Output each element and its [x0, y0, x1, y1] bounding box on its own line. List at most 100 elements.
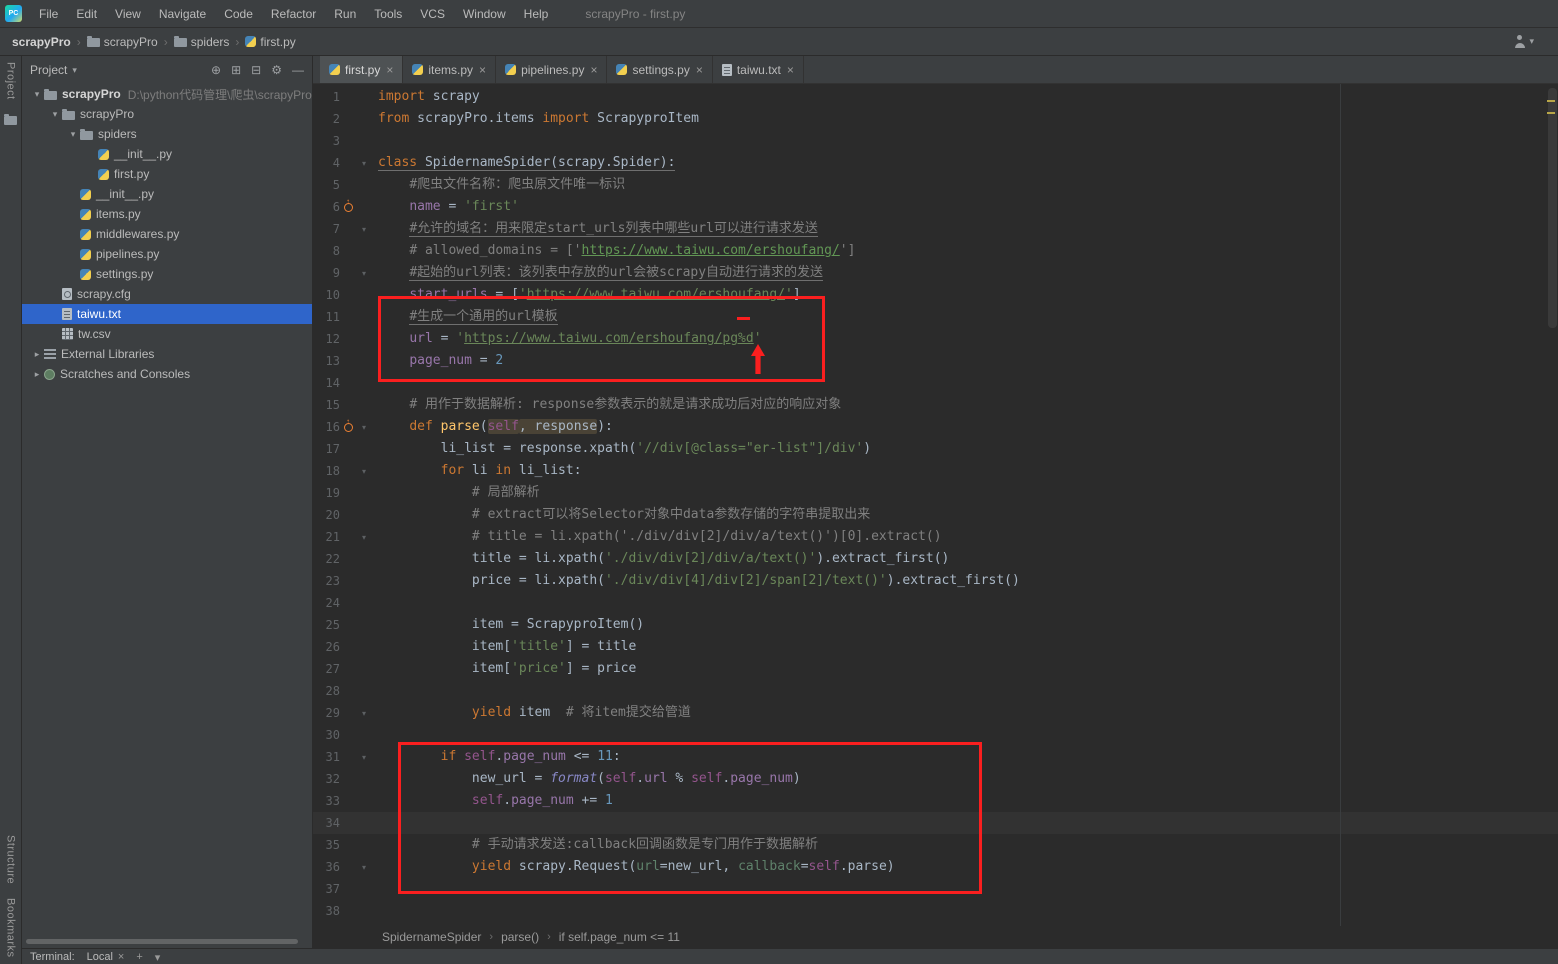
- menu-item-window[interactable]: Window: [454, 0, 515, 28]
- tab-close-icon[interactable]: ×: [787, 63, 794, 77]
- tree-item-settings-py[interactable]: settings.py: [22, 264, 312, 284]
- breadcrumb-item-scrapypro[interactable]: scrapyPro: [12, 35, 71, 49]
- code-line-text[interactable]: price = li.xpath('./div/div[4]/div[2]/sp…: [378, 570, 1020, 592]
- override-marker-icon[interactable]: [340, 417, 357, 432]
- fold-icon[interactable]: ▾: [357, 863, 371, 872]
- code-line-text[interactable]: def parse(self, response):: [378, 416, 613, 438]
- tree-item-scrapypro[interactable]: ▾ scrapyPro: [22, 104, 312, 124]
- collapse-all-icon[interactable]: ⊟: [251, 63, 261, 77]
- fold-icon[interactable]: ▾: [357, 159, 371, 168]
- code-line-text[interactable]: yield item # 将item提交给管道: [378, 702, 691, 724]
- tree-item-spiders[interactable]: ▾ spiders: [22, 124, 312, 144]
- stripe-structure-button[interactable]: Structure: [5, 835, 17, 884]
- chevron-down-icon[interactable]: ▾: [30, 89, 44, 100]
- menu-item-refactor[interactable]: Refactor: [262, 0, 325, 28]
- override-marker-icon[interactable]: [340, 197, 357, 212]
- code-line-text[interactable]: from scrapyPro.items import ScrapyproIte…: [378, 108, 699, 130]
- menu-item-edit[interactable]: Edit: [67, 0, 106, 28]
- tree-item-external-libraries[interactable]: ▸ External Libraries: [22, 344, 312, 364]
- fold-icon[interactable]: ▾: [357, 709, 371, 718]
- code-line-text[interactable]: for li in li_list:: [378, 460, 582, 482]
- code-line-text[interactable]: title = li.xpath('./div/div[2]/div/a/tex…: [378, 548, 949, 570]
- menu-item-help[interactable]: Help: [515, 0, 558, 28]
- code-line-text[interactable]: # 局部解析: [378, 482, 540, 504]
- code-line-text[interactable]: # title = li.xpath('./div/div[2]/div/a/t…: [378, 526, 942, 548]
- tab-close-icon[interactable]: ×: [386, 63, 393, 77]
- editor-tab-first-py[interactable]: first.py ×: [320, 56, 404, 83]
- tree-item-items-py[interactable]: items.py: [22, 204, 312, 224]
- hide-panel-icon[interactable]: —: [292, 63, 304, 77]
- code-line-text[interactable]: name = 'first': [378, 196, 519, 218]
- tree-item-taiwu-txt[interactable]: taiwu.txt: [22, 304, 312, 324]
- code-line-text[interactable]: li_list = response.xpath('//div[@class="…: [378, 438, 871, 460]
- editor-tab-pipelines-py[interactable]: pipelines.py ×: [496, 56, 608, 83]
- code-line-text[interactable]: import scrapy: [378, 86, 480, 108]
- tree-item-first-py[interactable]: first.py: [22, 164, 312, 184]
- tab-close-icon[interactable]: ×: [479, 63, 486, 77]
- settings-gear-icon[interactable]: ⚙: [271, 63, 282, 77]
- chevron-down-icon[interactable]: ▾: [155, 951, 161, 964]
- tree-item-middlewares-py[interactable]: middlewares.py: [22, 224, 312, 244]
- tree-item-init-py[interactable]: __init__.py: [22, 184, 312, 204]
- tree-item-scrapypro[interactable]: ▾ scrapyPro D:\python代码管理\爬虫\scrapyPro: [22, 84, 312, 104]
- breadcrumb-item-scrapypro[interactable]: scrapyPro: [86, 35, 158, 49]
- editor-tab-items-py[interactable]: items.py ×: [403, 56, 497, 83]
- menu-item-file[interactable]: File: [30, 0, 67, 28]
- folder-icon[interactable]: [4, 113, 17, 125]
- code-line-text[interactable]: item['price'] = price: [378, 658, 636, 680]
- fold-icon[interactable]: ▾: [357, 423, 371, 432]
- tree-item-tw-csv[interactable]: tw.csv: [22, 324, 312, 344]
- editor-breadcrumb-if-self-page-num-11[interactable]: if self.page_num <= 11: [559, 930, 680, 944]
- close-icon[interactable]: ×: [118, 951, 124, 963]
- fold-icon[interactable]: ▾: [357, 533, 371, 542]
- tree-item-pipelines-py[interactable]: pipelines.py: [22, 244, 312, 264]
- chevron-right-icon[interactable]: ▸: [30, 369, 44, 380]
- tree-item-scratches-and-consoles[interactable]: ▸ Scratches and Consoles: [22, 364, 312, 384]
- code-line-text[interactable]: # allowed_domains = ['https://www.taiwu.…: [378, 240, 855, 262]
- code-line-text[interactable]: item = ScrapyproItem(): [378, 614, 644, 636]
- fold-icon[interactable]: ▾: [357, 753, 371, 762]
- chevron-down-icon[interactable]: ▾: [48, 109, 62, 120]
- expand-all-icon[interactable]: ⊞: [231, 63, 241, 77]
- editor-tab-settings-py[interactable]: settings.py ×: [607, 56, 713, 83]
- breadcrumb-item-spiders[interactable]: spiders: [173, 35, 229, 49]
- terminal-tab-local[interactable]: Local ×: [87, 951, 125, 963]
- editor-scrollbar-thumb[interactable]: [1548, 88, 1557, 328]
- code-line-text[interactable]: #允许的域名：用来限定start_urls列表中哪些url可以进行请求发送: [378, 218, 818, 240]
- tree-item-init-py[interactable]: __init__.py: [22, 144, 312, 164]
- chevron-right-icon[interactable]: ▸: [30, 349, 44, 360]
- breadcrumb-item-first-py[interactable]: first.py: [245, 35, 296, 49]
- menu-item-view[interactable]: View: [106, 0, 150, 28]
- menu-item-navigate[interactable]: Navigate: [150, 0, 215, 28]
- editor-breadcrumb-spidernamespider[interactable]: SpidernameSpider: [382, 930, 481, 944]
- menu-item-code[interactable]: Code: [215, 0, 262, 28]
- code-line-text[interactable]: item['title'] = title: [378, 636, 636, 658]
- fold-icon[interactable]: ▾: [357, 467, 371, 476]
- code-line-text[interactable]: class SpidernameSpider(scrapy.Spider):: [378, 152, 676, 174]
- code-line-text[interactable]: # 用作于数据解析: response参数表示的就是请求成功后对应的响应对象: [378, 394, 841, 416]
- terminal-label[interactable]: Terminal:: [30, 951, 75, 963]
- tab-close-icon[interactable]: ×: [590, 63, 597, 77]
- tab-close-icon[interactable]: ×: [696, 63, 703, 77]
- editor-tab-taiwu-txt[interactable]: taiwu.txt ×: [713, 56, 804, 83]
- code-line-text[interactable]: #起始的url列表：该列表中存放的url会被scrapy自动进行请求的发送: [378, 262, 824, 284]
- chevron-down-icon[interactable]: ▾: [66, 129, 80, 140]
- locate-icon[interactable]: ⊕: [211, 63, 221, 77]
- project-panel-title[interactable]: Project: [30, 63, 67, 77]
- chevron-down-icon[interactable]: ▾: [72, 65, 77, 76]
- fold-icon[interactable]: ▾: [357, 225, 371, 234]
- menu-item-vcs[interactable]: VCS: [411, 0, 454, 28]
- stripe-project-button[interactable]: Project: [5, 62, 17, 100]
- editor-breadcrumb-parse[interactable]: parse(): [501, 930, 539, 944]
- add-tab-icon[interactable]: +: [136, 951, 142, 963]
- user-icon[interactable]: [1513, 35, 1526, 48]
- fold-icon[interactable]: ▾: [357, 269, 371, 278]
- code-line-text[interactable]: # extract可以将Selector对象中data参数存储的字符串提取出来: [378, 504, 870, 526]
- chevron-down-icon[interactable]: ▾: [1529, 36, 1534, 47]
- stripe-bookmarks-button[interactable]: Bookmarks: [5, 898, 17, 958]
- code-line-text[interactable]: #爬虫文件名称：爬虫原文件唯一标识: [378, 174, 625, 196]
- menu-item-run[interactable]: Run: [325, 0, 365, 28]
- menu-item-tools[interactable]: Tools: [365, 0, 411, 28]
- tree-item-scrapy-cfg[interactable]: scrapy.cfg: [22, 284, 312, 304]
- horizontal-scrollbar-thumb[interactable]: [26, 939, 298, 944]
